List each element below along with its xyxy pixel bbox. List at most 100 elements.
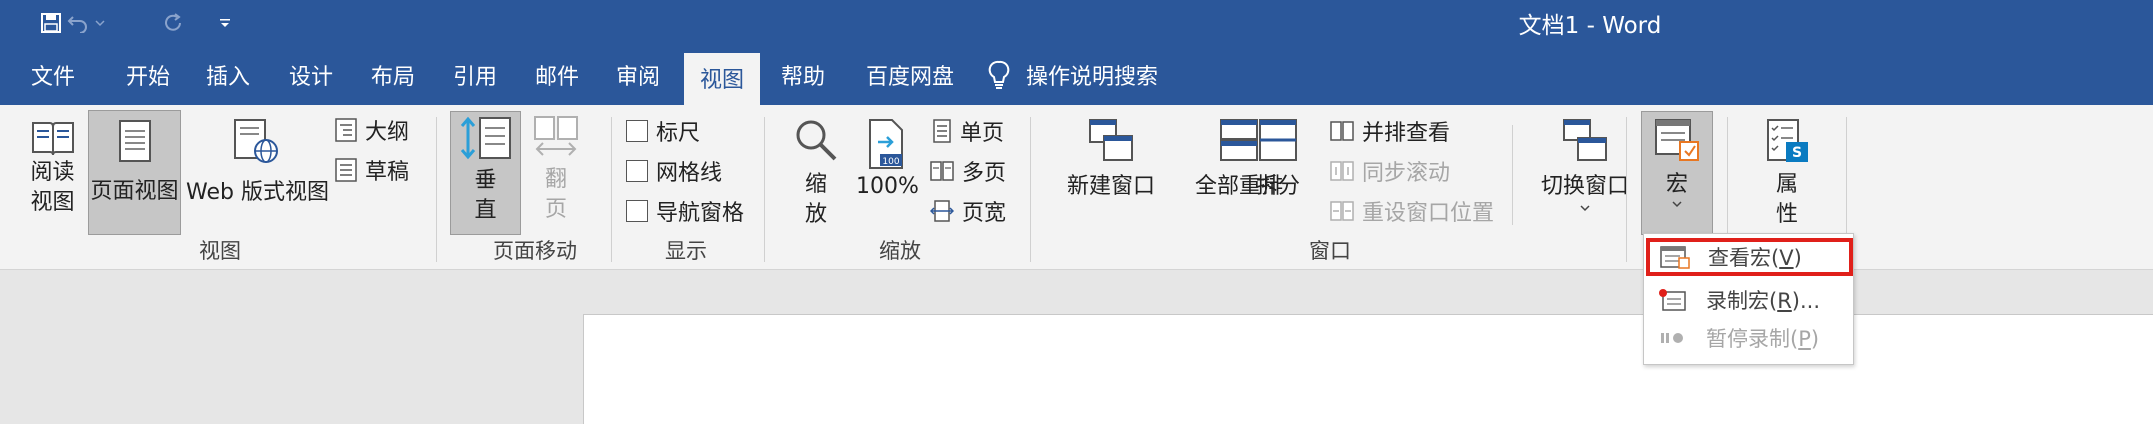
record-macro-menu-item[interactable]: 录制宏(R)... bbox=[1648, 281, 1851, 319]
tab-help[interactable]: 帮助 bbox=[771, 45, 835, 105]
group-separator bbox=[436, 117, 437, 262]
tab-references[interactable]: 引用 bbox=[443, 45, 507, 105]
synchronous-scrolling-button[interactable]: 同步滚动 bbox=[1330, 154, 1450, 188]
side-by-side-icon bbox=[1330, 121, 1354, 141]
group-separator bbox=[611, 117, 612, 262]
properties-label-1: 属 bbox=[1775, 172, 1798, 197]
zoom-label-1: 缩 bbox=[804, 172, 827, 197]
tab-mailings[interactable]: 邮件 bbox=[525, 45, 589, 105]
redo-icon[interactable] bbox=[160, 0, 188, 45]
view-macros-menu-item[interactable]: 查看宏(V) bbox=[1646, 238, 1853, 276]
split-icon bbox=[1259, 119, 1297, 161]
gridlines-checkbox[interactable]: 网格线 bbox=[626, 154, 722, 188]
zoom-label-2: 放 bbox=[804, 202, 827, 227]
macros-button[interactable]: 宏 bbox=[1641, 111, 1713, 235]
group-separator bbox=[1626, 117, 1627, 262]
side-label-1: 翻 bbox=[544, 167, 567, 192]
ribbon-tab-bar: 文件 开始 插入 设计 布局 引用 邮件 审阅 视图 帮助 百度网盘 操作说明搜… bbox=[0, 45, 2153, 105]
ruler-checkbox[interactable]: 标尺 bbox=[626, 114, 700, 148]
navigation-pane-checkbox[interactable]: 导航窗格 bbox=[626, 194, 744, 228]
tab-home[interactable]: 开始 bbox=[116, 45, 180, 105]
view-side-by-side-button[interactable]: 并排查看 bbox=[1330, 114, 1450, 148]
checkbox-icon bbox=[626, 200, 648, 222]
tab-layout[interactable]: 布局 bbox=[361, 45, 425, 105]
group-separator bbox=[1512, 125, 1513, 225]
title-bar: 文档1 - Word bbox=[0, 0, 2153, 45]
page-icon bbox=[118, 120, 151, 162]
magnifier-icon bbox=[796, 120, 837, 161]
book-icon bbox=[31, 122, 74, 156]
properties-button[interactable]: S 属 性 bbox=[1752, 118, 1822, 236]
gridlines-label: 网格线 bbox=[656, 161, 723, 186]
switch-windows-label: 切换窗口 bbox=[1540, 174, 1629, 199]
page-width-label: 页宽 bbox=[962, 201, 1007, 226]
new-window-button[interactable]: 新建窗口 bbox=[1048, 118, 1174, 230]
tab-design[interactable]: 设计 bbox=[279, 45, 343, 105]
print-layout-label: 页面视图 bbox=[90, 179, 179, 204]
chevron-down-icon bbox=[1672, 201, 1682, 208]
undo-icon[interactable] bbox=[63, 0, 93, 45]
view-macros-icon bbox=[1660, 246, 1690, 269]
draft-icon bbox=[335, 158, 357, 182]
sync-scroll-label: 同步滚动 bbox=[1362, 161, 1451, 186]
tab-review[interactable]: 审阅 bbox=[606, 45, 670, 105]
switch-windows-icon bbox=[1563, 119, 1607, 161]
page-width-icon bbox=[930, 200, 954, 222]
window-title: 文档1 - Word bbox=[1518, 13, 1662, 39]
pause-recording-menu-item[interactable]: 暂停录制(P) bbox=[1648, 319, 1851, 357]
save-icon[interactable] bbox=[36, 0, 66, 45]
vertical-label-1: 垂 bbox=[474, 168, 497, 193]
tell-me-search[interactable]: 操作说明搜索 bbox=[988, 45, 1158, 105]
sync-scroll-icon bbox=[1330, 161, 1354, 181]
vertical-label-2: 直 bbox=[474, 198, 497, 223]
chevron-down-icon[interactable] bbox=[93, 0, 107, 45]
svg-text:S: S bbox=[1792, 145, 1802, 161]
multiple-pages-label: 多页 bbox=[962, 161, 1007, 186]
lightbulb-icon bbox=[988, 60, 1010, 89]
properties-label-2: 性 bbox=[1775, 202, 1798, 227]
print-layout-button[interactable]: 页面视图 bbox=[88, 110, 181, 235]
zoom-group-label: 缩放 bbox=[879, 239, 921, 263]
side-to-side-button[interactable]: 翻 页 bbox=[526, 115, 586, 235]
reset-window-position-button[interactable]: 重设窗口位置 bbox=[1330, 194, 1494, 228]
reset-position-icon bbox=[1330, 201, 1354, 221]
tab-baidu-netdisk[interactable]: 百度网盘 bbox=[855, 45, 965, 105]
window-group-label: 窗口 bbox=[1309, 239, 1351, 263]
reset-position-label: 重设窗口位置 bbox=[1362, 201, 1495, 226]
page-width-button[interactable]: 页宽 bbox=[930, 194, 1006, 228]
show-group-label: 显示 bbox=[665, 239, 707, 263]
tab-view[interactable]: 视图 bbox=[684, 53, 760, 105]
new-window-label: 新建窗口 bbox=[1066, 174, 1155, 199]
one-page-button[interactable]: 单页 bbox=[932, 114, 1004, 148]
draft-button[interactable]: 草稿 bbox=[335, 153, 409, 187]
outline-label: 大纲 bbox=[365, 120, 410, 145]
read-mode-label-2: 视图 bbox=[30, 190, 75, 215]
split-label: 拆分 bbox=[1255, 174, 1300, 199]
tell-me-label: 操作说明搜索 bbox=[1026, 65, 1159, 90]
record-macro-icon bbox=[1659, 289, 1686, 311]
web-page-icon bbox=[234, 119, 278, 163]
tab-insert[interactable]: 插入 bbox=[196, 45, 260, 105]
tab-file[interactable]: 文件 bbox=[8, 45, 98, 105]
vertical-page-movement-button[interactable]: 垂 直 bbox=[450, 111, 521, 235]
customize-qat-icon[interactable] bbox=[218, 0, 232, 45]
one-page-label: 单页 bbox=[960, 121, 1005, 146]
outline-button[interactable]: 大纲 bbox=[335, 113, 409, 147]
multiple-pages-button[interactable]: 多页 bbox=[930, 154, 1006, 188]
views-group-label: 视图 bbox=[199, 239, 241, 263]
side-by-side-label: 并排查看 bbox=[1362, 121, 1451, 146]
svg-text:100: 100 bbox=[882, 157, 899, 167]
switch-windows-button[interactable]: 切换窗口 bbox=[1520, 118, 1650, 236]
macros-label: 宏 bbox=[1665, 172, 1688, 197]
zoom-button[interactable]: 缩 放 bbox=[788, 118, 844, 230]
zoom-100-button[interactable]: 100 100% bbox=[856, 118, 919, 230]
web-layout-button[interactable]: Web 版式视图 bbox=[186, 118, 329, 228]
record-macro-label: 录制宏(R)... bbox=[1706, 289, 1821, 313]
split-button[interactable]: 拆分 bbox=[1248, 118, 1308, 230]
read-mode-label-1: 阅读 bbox=[30, 160, 75, 185]
checkbox-icon bbox=[626, 160, 648, 182]
read-mode-button[interactable]: 阅读 视图 bbox=[20, 118, 85, 228]
view-macros-label: 查看宏(V) bbox=[1708, 246, 1802, 270]
document-page[interactable] bbox=[583, 314, 2153, 424]
pause-recording-label: 暂停录制(P) bbox=[1706, 327, 1820, 351]
